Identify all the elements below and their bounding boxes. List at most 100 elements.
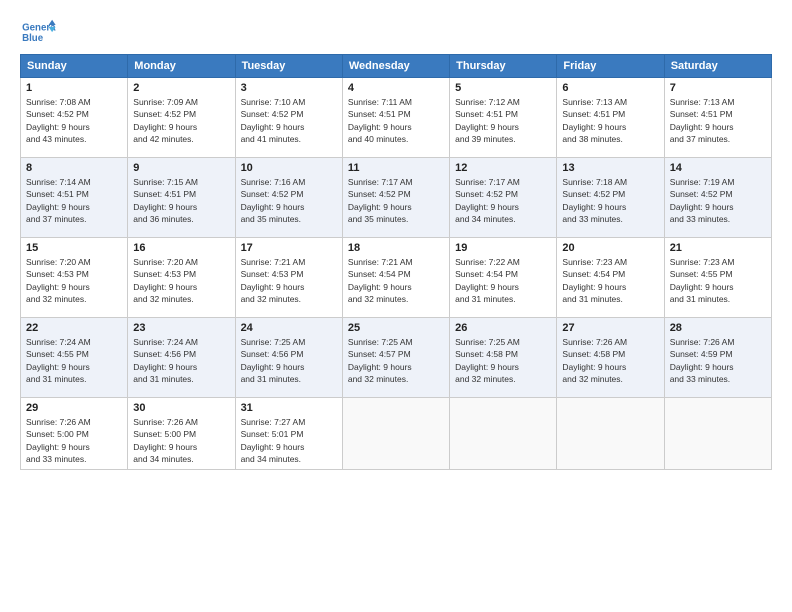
weekday-header-wednesday: Wednesday [342,55,449,78]
calendar-cell [342,398,449,470]
calendar-cell: 3 Sunrise: 7:10 AMSunset: 4:52 PMDaylight… [235,78,342,158]
calendar-cell: 28Sunrise: 7:26 AMSunset: 4:59 PMDayligh… [664,318,771,398]
calendar-week-4: 22Sunrise: 7:24 AMSunset: 4:55 PMDayligh… [21,318,772,398]
weekday-header-thursday: Thursday [450,55,557,78]
day-info: Sunrise: 7:25 AMSunset: 4:57 PMDaylight:… [348,336,444,385]
day-number: 1 [26,82,122,94]
calendar-cell: 5 Sunrise: 7:12 AMSunset: 4:51 PMDaylight… [450,78,557,158]
day-number: 28 [670,322,766,334]
calendar-cell: 10 Sunrise: 7:16 AMSunset: 4:52 PMDayligh… [235,158,342,238]
calendar-cell: 20Sunrise: 7:23 AMSunset: 4:54 PMDayligh… [557,238,664,318]
day-number: 2 [133,82,229,94]
day-info: Sunrise: 7:26 AMSunset: 5:00 PMDaylight:… [133,416,229,465]
calendar-week-2: 8 Sunrise: 7:14 AMSunset: 4:51 PMDaylight… [21,158,772,238]
calendar-table: SundayMondayTuesdayWednesdayThursdayFrid… [20,54,772,470]
weekday-header-sunday: Sunday [21,55,128,78]
day-info: Sunrise: 7:27 AMSunset: 5:01 PMDaylight:… [241,416,337,465]
calendar-cell: 29 Sunrise: 7:26 AMSunset: 5:00 PMDayligh… [21,398,128,470]
day-number: 8 [26,162,122,174]
calendar-cell: 17Sunrise: 7:21 AMSunset: 4:53 PMDayligh… [235,238,342,318]
header: General Blue [20,18,772,48]
day-number: 15 [26,242,122,254]
calendar-cell: 27 Sunrise: 7:26 AMSunset: 4:58 PMDayligh… [557,318,664,398]
day-info: Sunrise: 7:08 AMSunset: 4:52 PMDaylight:… [26,96,122,145]
day-info: Sunrise: 7:20 AMSunset: 4:53 PMDaylight:… [133,256,229,305]
day-number: 31 [241,402,337,414]
day-info: Sunrise: 7:24 AMSunset: 4:56 PMDaylight:… [133,336,229,385]
weekday-header-monday: Monday [128,55,235,78]
calendar-cell: 6Sunrise: 7:13 AMSunset: 4:51 PMDaylight… [557,78,664,158]
calendar-cell: 30 Sunrise: 7:26 AMSunset: 5:00 PMDayligh… [128,398,235,470]
calendar-cell: 31 Sunrise: 7:27 AMSunset: 5:01 PMDayligh… [235,398,342,470]
calendar-week-3: 15 Sunrise: 7:20 AMSunset: 4:53 PMDayligh… [21,238,772,318]
day-number: 25 [348,322,444,334]
weekday-header-friday: Friday [557,55,664,78]
day-info: Sunrise: 7:26 AMSunset: 5:00 PMDaylight:… [26,416,122,465]
calendar-week-1: 1 Sunrise: 7:08 AMSunset: 4:52 PMDaylight… [21,78,772,158]
day-number: 29 [26,402,122,414]
day-number: 11 [348,162,444,174]
calendar-cell: 15 Sunrise: 7:20 AMSunset: 4:53 PMDayligh… [21,238,128,318]
day-number: 26 [455,322,551,334]
day-info: Sunrise: 7:23 AMSunset: 4:54 PMDaylight:… [562,256,658,305]
day-number: 27 [562,322,658,334]
day-info: Sunrise: 7:17 AMSunset: 4:52 PMDaylight:… [348,176,444,225]
day-info: Sunrise: 7:19 AMSunset: 4:52 PMDaylight:… [670,176,766,225]
day-info: Sunrise: 7:22 AMSunset: 4:54 PMDaylight:… [455,256,551,305]
logo: General Blue [20,18,56,48]
day-info: Sunrise: 7:20 AMSunset: 4:53 PMDaylight:… [26,256,122,305]
day-info: Sunrise: 7:12 AMSunset: 4:51 PMDaylight:… [455,96,551,145]
svg-text:Blue: Blue [22,33,44,44]
logo-icon: General Blue [20,18,56,48]
calendar-cell: 25 Sunrise: 7:25 AMSunset: 4:57 PMDayligh… [342,318,449,398]
calendar-cell: 12 Sunrise: 7:17 AMSunset: 4:52 PMDayligh… [450,158,557,238]
day-number: 18 [348,242,444,254]
day-number: 7 [670,82,766,94]
day-info: Sunrise: 7:21 AMSunset: 4:54 PMDaylight:… [348,256,444,305]
day-number: 3 [241,82,337,94]
day-info: Sunrise: 7:10 AMSunset: 4:52 PMDaylight:… [241,96,337,145]
day-info: Sunrise: 7:25 AMSunset: 4:56 PMDaylight:… [241,336,337,385]
page: General Blue SundayMondayTuesdayWednesda… [0,0,792,612]
day-info: Sunrise: 7:17 AMSunset: 4:52 PMDaylight:… [455,176,551,225]
weekday-header-tuesday: Tuesday [235,55,342,78]
day-info: Sunrise: 7:13 AMSunset: 4:51 PMDaylight:… [670,96,766,145]
day-info: Sunrise: 7:18 AMSunset: 4:52 PMDaylight:… [562,176,658,225]
day-info: Sunrise: 7:14 AMSunset: 4:51 PMDaylight:… [26,176,122,225]
calendar-week-5: 29 Sunrise: 7:26 AMSunset: 5:00 PMDayligh… [21,398,772,470]
calendar-cell: 14 Sunrise: 7:19 AMSunset: 4:52 PMDayligh… [664,158,771,238]
calendar-cell: 2 Sunrise: 7:09 AMSunset: 4:52 PMDaylight… [128,78,235,158]
day-number: 6 [562,82,658,94]
day-number: 12 [455,162,551,174]
day-number: 24 [241,322,337,334]
calendar-cell: 21Sunrise: 7:23 AMSunset: 4:55 PMDayligh… [664,238,771,318]
calendar-cell [557,398,664,470]
day-number: 5 [455,82,551,94]
calendar-cell: 16 Sunrise: 7:20 AMSunset: 4:53 PMDayligh… [128,238,235,318]
calendar-cell: 26 Sunrise: 7:25 AMSunset: 4:58 PMDayligh… [450,318,557,398]
day-info: Sunrise: 7:25 AMSunset: 4:58 PMDaylight:… [455,336,551,385]
calendar-cell: 18 Sunrise: 7:21 AMSunset: 4:54 PMDayligh… [342,238,449,318]
day-number: 19 [455,242,551,254]
calendar-header-row: SundayMondayTuesdayWednesdayThursdayFrid… [21,55,772,78]
day-info: Sunrise: 7:16 AMSunset: 4:52 PMDaylight:… [241,176,337,225]
day-number: 14 [670,162,766,174]
day-number: 10 [241,162,337,174]
calendar-cell: 23Sunrise: 7:24 AMSunset: 4:56 PMDayligh… [128,318,235,398]
day-number: 16 [133,242,229,254]
day-info: Sunrise: 7:23 AMSunset: 4:55 PMDaylight:… [670,256,766,305]
day-info: Sunrise: 7:24 AMSunset: 4:55 PMDaylight:… [26,336,122,385]
day-number: 13 [562,162,658,174]
day-info: Sunrise: 7:26 AMSunset: 4:58 PMDaylight:… [562,336,658,385]
calendar-cell: 9Sunrise: 7:15 AMSunset: 4:51 PMDaylight… [128,158,235,238]
calendar-cell: 22Sunrise: 7:24 AMSunset: 4:55 PMDayligh… [21,318,128,398]
calendar-cell: 11 Sunrise: 7:17 AMSunset: 4:52 PMDayligh… [342,158,449,238]
day-number: 17 [241,242,337,254]
calendar-cell [450,398,557,470]
calendar-cell: 4Sunrise: 7:11 AMSunset: 4:51 PMDaylight… [342,78,449,158]
calendar-cell: 8 Sunrise: 7:14 AMSunset: 4:51 PMDaylight… [21,158,128,238]
day-info: Sunrise: 7:15 AMSunset: 4:51 PMDaylight:… [133,176,229,225]
day-number: 30 [133,402,229,414]
day-info: Sunrise: 7:09 AMSunset: 4:52 PMDaylight:… [133,96,229,145]
calendar-cell: 13 Sunrise: 7:18 AMSunset: 4:52 PMDayligh… [557,158,664,238]
